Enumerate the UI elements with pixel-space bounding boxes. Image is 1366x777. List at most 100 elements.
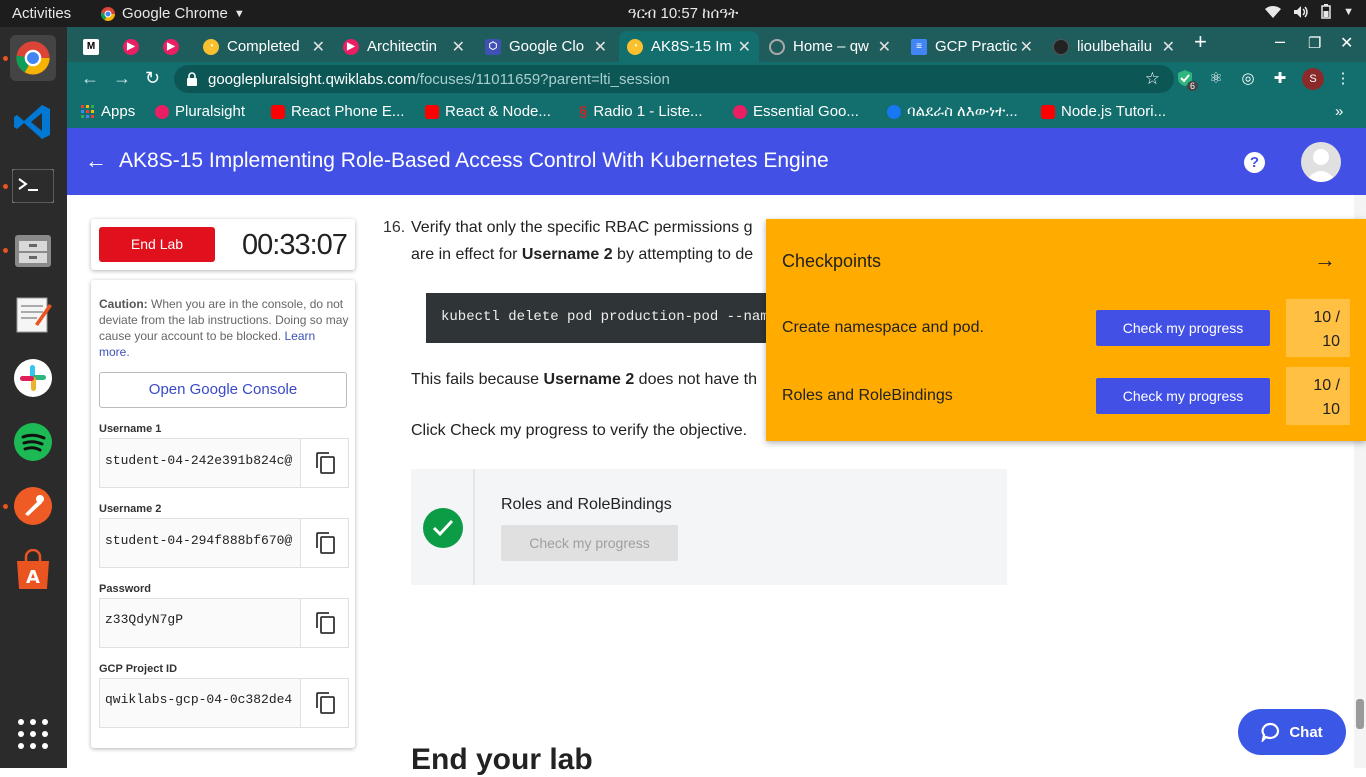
minimize-button[interactable]: – — [1275, 31, 1285, 52]
end-your-lab-heading: End your lab — [411, 743, 593, 776]
end-lab-button[interactable]: End Lab — [99, 227, 215, 262]
help-icon[interactable]: ? — [1244, 152, 1265, 173]
show-applications[interactable] — [10, 711, 56, 757]
copy-username2-button[interactable] — [300, 519, 348, 567]
pluralsight-icon: ▶ — [163, 38, 179, 55]
software-center-icon: A — [17, 549, 49, 589]
copy-project-id-button[interactable] — [300, 679, 348, 727]
close-icon[interactable]: ✕ — [1162, 37, 1175, 57]
close-window-button[interactable]: ✕ — [1340, 33, 1353, 53]
bookmark-react-node[interactable]: React & Node... — [425, 103, 551, 120]
close-icon[interactable]: ✕ — [312, 37, 325, 57]
files-icon — [15, 235, 51, 267]
bookmarks-overflow[interactable]: » — [1335, 103, 1343, 120]
star-icon[interactable]: ☆ — [1145, 69, 1160, 89]
dock-vscode[interactable] — [10, 99, 56, 145]
lock-icon — [187, 72, 197, 86]
chat-button[interactable]: Chat — [1238, 709, 1346, 755]
extension-badge: 6 — [1187, 81, 1199, 91]
close-icon[interactable]: ✕ — [878, 37, 891, 57]
scrollbar-thumb[interactable] — [1356, 699, 1364, 729]
bookmark-essential-google[interactable]: Essential Goo... — [733, 103, 859, 120]
username2-value[interactable]: student-04-294f888bf670@ — [105, 533, 297, 548]
progress-check-card: Roles and RoleBindings Check my progress — [411, 469, 1007, 585]
react-devtools-icon[interactable]: ⚛ — [1206, 69, 1226, 89]
bookmark-label: ባልደራስ ለእውነተ... — [907, 103, 1018, 120]
close-icon[interactable]: ✕ — [594, 37, 607, 57]
dock-text-editor[interactable] — [10, 291, 56, 337]
new-tab-button[interactable]: + — [1194, 29, 1207, 55]
tab-0[interactable]: M — [75, 31, 113, 62]
close-icon[interactable]: ✕ — [452, 37, 465, 57]
dock-chrome[interactable] — [10, 35, 56, 81]
project-id-value[interactable]: qwiklabs-gcp-04-0c382de4 — [105, 692, 297, 707]
open-google-console-button[interactable]: Open Google Console — [99, 372, 347, 408]
tab-1[interactable]: ▶ — [115, 31, 153, 62]
copy-icon — [315, 612, 335, 634]
text-fragment: does not have th — [634, 371, 757, 388]
reload-button[interactable]: ↻ — [145, 68, 160, 89]
slack-icon — [14, 359, 52, 397]
checkpoints-title: Checkpoints — [782, 251, 882, 271]
extensions-puzzle-icon[interactable]: ✚ — [1270, 69, 1290, 89]
checkpoints-panel: Checkpoints → Create namespace and pod. … — [766, 219, 1366, 441]
pluralsight-icon: ▶ — [343, 38, 359, 55]
bookmark-react-phone[interactable]: React Phone E... — [271, 103, 404, 120]
password-value[interactable]: z33QdyN7gP — [105, 612, 297, 627]
dock-files[interactable] — [10, 227, 56, 273]
back-button[interactable]: ← — [81, 68, 99, 89]
tab-9[interactable]: lioulbehailu ✕ — [1045, 31, 1183, 62]
record-extension-icon[interactable]: ◎ — [1238, 69, 1258, 89]
tab-title: Home – qw — [793, 38, 869, 55]
check-progress-button-1[interactable]: Check my progress — [1096, 310, 1270, 346]
tab-7[interactable]: Home – qw ✕ — [761, 31, 899, 62]
copy-password-button[interactable] — [300, 599, 348, 647]
bookmark-pluralsight[interactable]: Pluralsight — [155, 103, 245, 120]
check-progress-button-2[interactable]: Check my progress — [1096, 378, 1270, 414]
profile-avatar[interactable]: S — [1302, 68, 1324, 90]
text-editor-icon — [16, 297, 52, 333]
app-name: Google Chrome — [122, 5, 228, 22]
lab-credentials-panel: Caution: When you are in the console, do… — [91, 280, 355, 748]
close-icon[interactable]: ✕ — [738, 37, 751, 57]
activities-button[interactable]: Activities — [12, 5, 71, 22]
system-status-area[interactable]: ▼ — [1265, 4, 1354, 19]
avatar[interactable] — [1301, 142, 1341, 182]
checkpoint-label: Roles and RoleBindings — [782, 387, 953, 404]
dock-software[interactable]: A — [10, 547, 56, 593]
tab-6-active[interactable]: ◔ AK8S-15 Im ✕ — [619, 31, 759, 62]
tab-4[interactable]: ▶ Architectin ✕ — [335, 31, 473, 62]
tab-8[interactable]: ≡ GCP Practic ✕ — [903, 31, 1041, 62]
dock-postman[interactable] — [10, 483, 56, 529]
username1-value[interactable]: student-04-242e391b824c@ — [105, 453, 297, 468]
bookmark-apps[interactable]: Apps — [81, 103, 135, 120]
check-card-sidebar — [411, 469, 475, 585]
dock-terminal[interactable] — [10, 163, 56, 209]
address-bar[interactable]: googlepluralsight.qwiklabs.com /focuses/… — [174, 65, 1174, 93]
chrome-icon — [16, 41, 50, 75]
close-icon[interactable]: ✕ — [1020, 37, 1033, 57]
bookmark-facebook[interactable]: ባልደራስ ለእውነተ... — [887, 103, 1018, 120]
bookmark-radio1[interactable]: § Radio 1 - Liste... — [579, 103, 703, 120]
qwiklabs-icon: ◔ — [627, 38, 643, 55]
dock: A — [0, 27, 67, 768]
running-indicator — [3, 504, 8, 509]
copy-username1-button[interactable] — [300, 439, 348, 487]
maximize-button[interactable]: ❐ — [1308, 34, 1321, 52]
back-arrow-icon[interactable]: ← — [85, 148, 107, 174]
check-instruction: Click Check my progress to verify the ob… — [411, 422, 748, 439]
shield-extension-icon[interactable]: 6 — [1175, 69, 1199, 91]
bookmark-label: Node.js Tutori... — [1061, 103, 1167, 120]
chrome-menu-icon[interactable]: ⋮ — [1333, 69, 1353, 89]
tab-5[interactable]: ⬡ Google Clo ✕ — [477, 31, 615, 62]
navigation-bar: ← → ↻ googlepluralsight.qwiklabs.com /fo… — [67, 62, 1366, 96]
app-menu[interactable]: Google Chrome ▼ — [100, 5, 245, 22]
forward-button[interactable]: → — [113, 68, 131, 89]
dock-spotify[interactable] — [10, 419, 56, 465]
chevron-down-icon: ▼ — [1343, 5, 1354, 18]
tab-3[interactable]: ◔ Completed ✕ — [195, 31, 333, 62]
dock-slack[interactable] — [10, 355, 56, 401]
collapse-arrow-icon[interactable]: → — [1314, 247, 1336, 273]
bookmark-nodejs[interactable]: Node.js Tutori... — [1041, 103, 1166, 120]
tab-2[interactable]: ▶ — [155, 31, 193, 62]
